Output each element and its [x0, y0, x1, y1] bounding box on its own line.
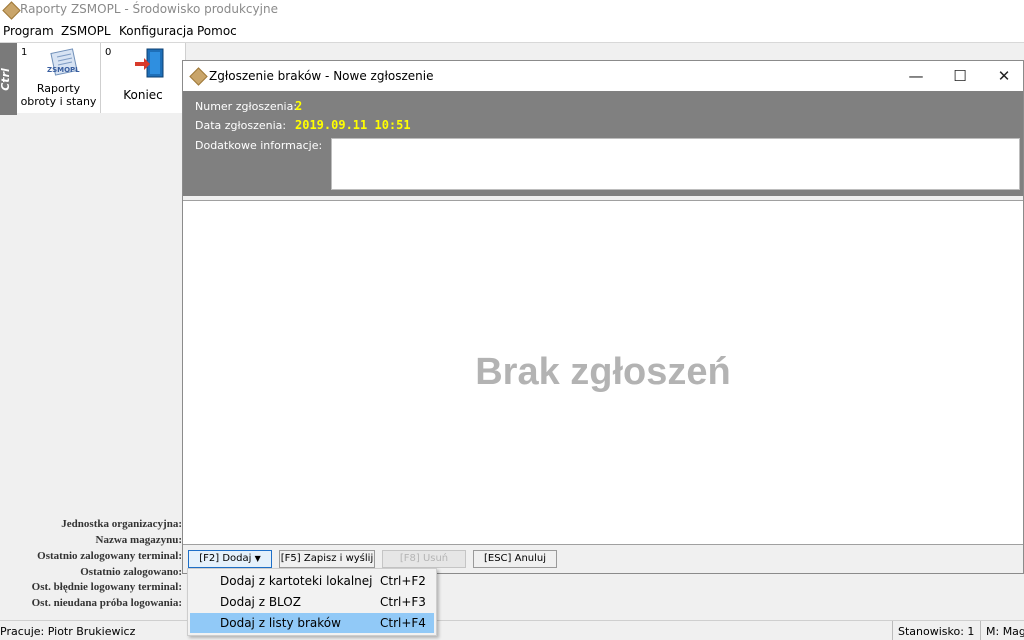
delete-button: [F8] Usuń — [382, 550, 466, 568]
tool-raporty-label-2: obroty i stany — [20, 95, 97, 108]
chevron-down-icon: ▼ — [254, 554, 261, 563]
number-label: Numer zgłoszenia: — [195, 100, 298, 113]
menu-konfiguracja[interactable]: Konfiguracja — [119, 24, 194, 38]
status-station: Stanowisko: 1 — [898, 625, 975, 638]
dialog-titlebar[interactable]: Zgłoszenie braków - Nowe zgłoszenie — ☐ … — [183, 61, 1023, 91]
status-divider — [980, 621, 981, 640]
app-icon — [2, 1, 21, 20]
dropdown-item-shortcut: Ctrl+F4 — [380, 616, 426, 630]
status-bar: Pracuje: Piotr Brukiewicz Stanowisko: 1 … — [0, 620, 1024, 640]
tool-raporty-label-1: Raporty — [36, 82, 81, 95]
report-icon-badge: ZSMOPL — [47, 66, 80, 74]
info-last-login-label: Ostatnio zalogowano: — [80, 566, 182, 578]
dropdown-item-label: Dodaj z BLOZ — [220, 595, 301, 609]
tool-koniec[interactable]: 0 Koniec — [101, 43, 186, 113]
save-send-button[interactable]: [F5] Zapisz i wyślij — [279, 550, 375, 568]
dropdown-item-shortcut: Ctrl+F3 — [380, 595, 426, 609]
date-value: 2019.09.11 10:51 — [295, 118, 411, 132]
ctrl-label: Ctrl — [0, 68, 12, 91]
dropdown-item-shortage-list[interactable]: Dodaj z listy braków Ctrl+F4 — [190, 613, 434, 633]
app-titlebar[interactable]: Raporty ZSMOPL - Środowisko produkcyjne — [0, 0, 1024, 20]
add-button[interactable]: [F2] Dodaj ▼ — [188, 550, 272, 568]
dropdown-item-label: Dodaj z kartoteki lokalnej — [220, 574, 373, 588]
dropdown-item-local[interactable]: Dodaj z kartoteki lokalnej Ctrl+F2 — [190, 571, 434, 591]
date-label: Data zgłoszenia: — [195, 119, 287, 132]
report-dialog: Zgłoszenie braków - Nowe zgłoszenie — ☐ … — [182, 60, 1024, 574]
close-button[interactable]: ✕ — [984, 63, 1024, 89]
info-failed-login-label: Ost. nieudana próba logowania: — [31, 597, 182, 609]
cancel-button[interactable]: [ESC] Anuluj — [473, 550, 557, 568]
report-icon — [50, 48, 78, 76]
maximize-button[interactable]: ☐ — [940, 63, 980, 89]
add-dropdown-menu: Dodaj z kartoteki lokalnej Ctrl+F2 Dodaj… — [187, 568, 437, 636]
entries-list[interactable]: Brak zgłoszeń — [183, 200, 1023, 545]
info-warehouse-label: Nazwa magazynu: — [95, 534, 182, 546]
menu-pomoc[interactable]: Pomoc — [197, 24, 237, 38]
menu-zsmopl[interactable]: ZSMOPL — [61, 24, 111, 38]
number-value: 2 — [295, 99, 303, 113]
menu-bar: Program ZSMOPL Konfiguracja Pomoc — [0, 20, 1024, 43]
dialog-header: Numer zgłoszenia: 2 Data zgłoszenia: 201… — [183, 91, 1023, 196]
empty-message: Brak zgłoszeń — [475, 351, 731, 393]
status-divider — [892, 621, 893, 640]
ctrl-strip: Ctrl — [0, 43, 17, 115]
tool-raporty[interactable]: 1 ZSMOPL Raporty obroty i stany — [17, 43, 101, 113]
menu-program[interactable]: Program — [3, 24, 54, 38]
dropdown-item-shortcut: Ctrl+F2 — [380, 574, 426, 588]
info-last-terminal-label: Ostatnio zalogowany terminal: — [37, 550, 182, 562]
status-user: Pracuje: Piotr Brukiewicz — [0, 625, 136, 638]
exit-door-icon — [135, 48, 164, 78]
info-label: Dodatkowe informacje: — [195, 139, 323, 152]
minimize-button[interactable]: — — [896, 63, 936, 89]
info-failed-terminal-label: Ost. błędnie logowany terminal: — [31, 581, 182, 593]
info-org-unit-label: Jednostka organizacyjna: — [61, 518, 182, 530]
dialog-icon — [189, 67, 208, 86]
dialog-title: Zgłoszenie braków - Nowe zgłoszenie — [209, 69, 434, 83]
tool-koniec-label: Koniec — [123, 88, 163, 102]
app-title: Raporty ZSMOPL - Środowisko produkcyjne — [20, 2, 278, 16]
dropdown-item-label: Dodaj z listy braków — [220, 616, 341, 630]
status-warehouse: M: Mag — [986, 625, 1024, 638]
tool-koniec-number: 0 — [105, 47, 112, 58]
add-button-label: [F2] Dodaj — [199, 553, 252, 564]
tool-raporty-number: 1 — [21, 47, 28, 58]
dropdown-item-bloz[interactable]: Dodaj z BLOZ Ctrl+F3 — [190, 592, 434, 612]
additional-info-input[interactable] — [331, 138, 1020, 190]
